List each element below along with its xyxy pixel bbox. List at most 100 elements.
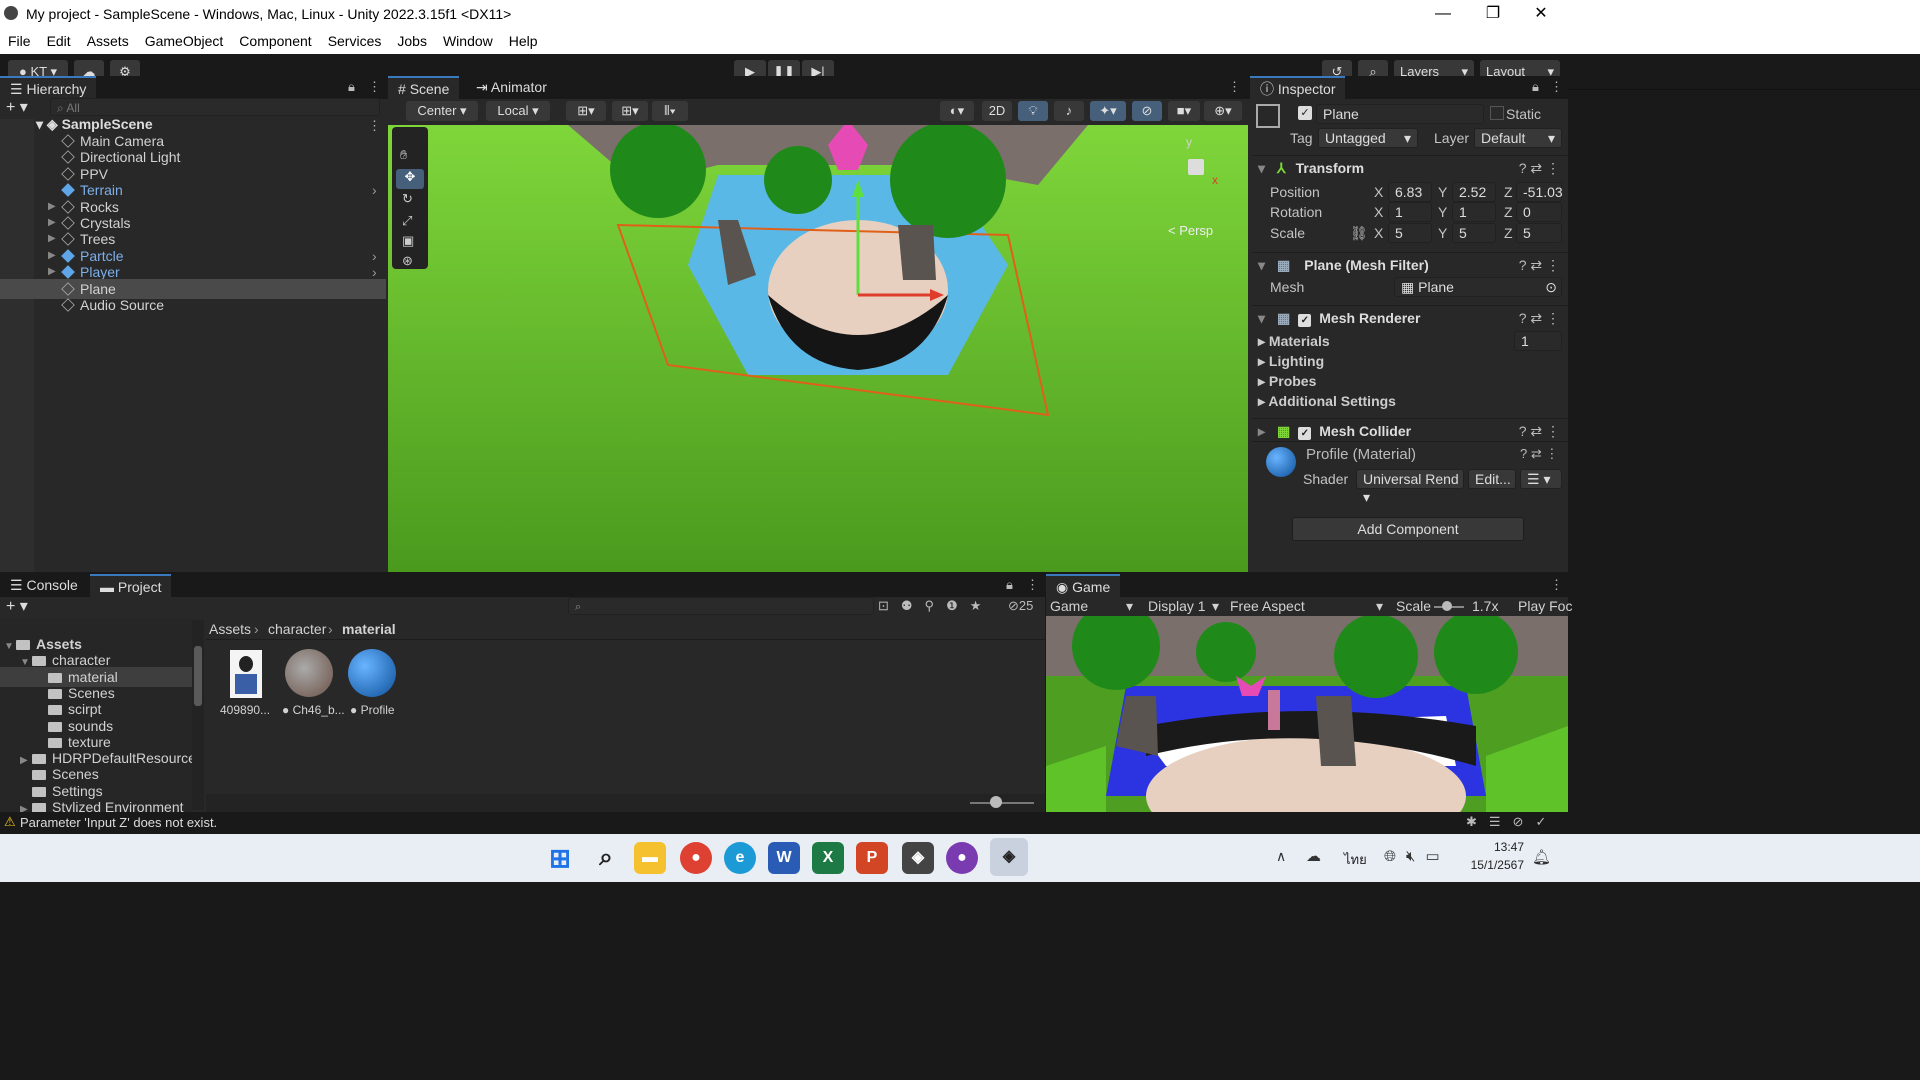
scale-tool-icon[interactable]: ⤢	[402, 213, 412, 229]
tag-dropdown[interactable]: Untagged ▾	[1318, 128, 1418, 148]
lock-icon[interactable]: 🔒︎	[1006, 577, 1013, 593]
position-z-input[interactable]: -51.03	[1516, 182, 1563, 202]
rotation-y-input[interactable]: 1	[1452, 202, 1496, 222]
asset-label-409890[interactable]: 409890...	[220, 700, 270, 720]
powerpoint-icon[interactable]: P	[856, 842, 888, 874]
play-focused-dropdown[interactable]: Play Foc	[1518, 596, 1572, 616]
breadcrumb-character[interactable]: character	[268, 619, 326, 639]
menu-file[interactable]: File	[0, 28, 39, 49]
project-filter-icons[interactable]: ⊡⚉⚲❶★	[878, 598, 993, 614]
camera-settings-button[interactable]: ■▾	[1168, 101, 1200, 121]
scale-z-input[interactable]: 5	[1516, 223, 1562, 243]
rotation-z-input[interactable]: 0	[1516, 202, 1562, 222]
add-button[interactable]: + ▾	[6, 97, 28, 117]
language-indicator[interactable]: ไทย	[1344, 849, 1367, 870]
minimize-button[interactable]: —	[1420, 0, 1466, 28]
additional-settings-foldout[interactable]: ▸ Additional Settings	[1258, 393, 1396, 410]
materials-count[interactable]: 1	[1514, 331, 1562, 351]
start-icon[interactable]: ⊞	[544, 842, 576, 874]
scale-slider-handle[interactable]	[1442, 601, 1452, 611]
scene-visibility-toggle[interactable]: ⊘	[1132, 101, 1162, 121]
draw-mode-button[interactable]: ◐▾	[940, 101, 974, 121]
project-search-input[interactable]: ⌕	[568, 597, 874, 615]
add-component-button[interactable]: Add Component	[1292, 517, 1524, 541]
game-viewport[interactable]	[1046, 616, 1568, 812]
github-desktop-icon[interactable]: ●	[946, 842, 978, 874]
menu-services[interactable]: Services	[320, 28, 390, 49]
materials-foldout[interactable]: ▸ Materials	[1258, 333, 1330, 350]
more-icon[interactable]: ⋮	[1026, 577, 1039, 593]
tab-hierarchy[interactable]: ☰ Hierarchy	[0, 76, 97, 99]
word-icon[interactable]: W	[768, 842, 800, 874]
tab-console[interactable]: ☰ Console	[0, 574, 88, 597]
persp-label[interactable]: < Persp	[1168, 223, 1213, 238]
mesh-filter-header[interactable]: ▾ ▦ Plane (Mesh Filter)? ⇄ ⋮	[1252, 252, 1568, 274]
create-button[interactable]: + ▾	[6, 596, 28, 616]
chrome-icon[interactable]: ●	[680, 842, 712, 874]
tab-inspector[interactable]: ⓘ Inspector	[1250, 76, 1346, 99]
shader-edit-button[interactable]: Edit...	[1468, 469, 1516, 489]
mesh-renderer-header[interactable]: ▾ ▦ ✓ Mesh Renderer? ⇄ ⋮	[1252, 305, 1568, 327]
restore-button[interactable]: ❐	[1470, 0, 1516, 28]
static-checkbox[interactable]	[1490, 106, 1504, 120]
2d-toggle[interactable]: 2D	[982, 101, 1012, 121]
audio-toggle[interactable]: ♪	[1054, 101, 1084, 121]
rotation-x-input[interactable]: 1	[1388, 202, 1432, 222]
display-dropdown[interactable]: Display 1 ▾	[1148, 596, 1219, 616]
menu-gameobject[interactable]: GameObject	[137, 28, 232, 49]
active-checkbox[interactable]: ✓	[1298, 106, 1312, 120]
asset-thumbnail-ch46[interactable]	[285, 649, 333, 697]
more-icon[interactable]: ⋮	[1550, 79, 1563, 95]
hand-tool-icon[interactable]: ✋︎	[400, 147, 407, 163]
unity-hub-icon[interactable]: ◈	[902, 842, 934, 874]
move-tool-icon[interactable]: ✥	[396, 169, 424, 189]
object-name-input[interactable]: Plane	[1316, 104, 1484, 124]
position-y-input[interactable]: 2.52	[1452, 182, 1496, 202]
status-icons[interactable]: ✱☰⊘✓	[1466, 814, 1558, 830]
notification-icon[interactable]: 🔔︎	[1532, 848, 1551, 866]
clock-time[interactable]: 13:47	[1490, 840, 1524, 854]
increment-snap-button[interactable]: ⫴▾	[652, 101, 688, 121]
effects-toggle[interactable]: ✦▾	[1090, 101, 1126, 121]
space-dropdown[interactable]: Local ▾	[486, 101, 550, 121]
aspect-dropdown[interactable]: Free Aspect ▾	[1230, 596, 1383, 616]
menu-edit[interactable]: Edit	[39, 28, 79, 49]
lock-icon[interactable]: 🔒︎	[348, 79, 355, 95]
onedrive-icon[interactable]: ☁	[1306, 847, 1321, 865]
more-icon[interactable]: ⋮	[368, 79, 381, 95]
close-button[interactable]: ✕	[1518, 0, 1564, 28]
shader-dropdown[interactable]: Universal Rend ▾	[1356, 469, 1464, 505]
transform-header[interactable]: ▾ ⅄ Transform? ⇄ ⋮	[1252, 155, 1568, 177]
tab-game[interactable]: ◉ Game	[1046, 574, 1121, 597]
menu-help[interactable]: Help	[501, 28, 546, 49]
file-explorer-icon[interactable]: ▬	[634, 842, 666, 874]
menu-window[interactable]: Window	[435, 28, 501, 49]
pivot-dropdown[interactable]: Center ▾	[406, 101, 478, 121]
lighting-toggle[interactable]: 💡︎	[1018, 101, 1048, 121]
system-tray-icons[interactable]: 🌐︎🔇︎▭	[1384, 847, 1450, 865]
lock-icon[interactable]: 🔒︎	[1532, 79, 1539, 95]
grid-toggle-button[interactable]: ⊞▾	[612, 101, 648, 121]
scene-viewport[interactable]: ✋︎ ✥ ↻ ⤢ ▣ ⊛ y x < Persp	[388, 125, 1248, 572]
scene-more-icon[interactable]: ⋮	[1228, 79, 1241, 95]
game-mode-dropdown[interactable]: Game ▾	[1050, 596, 1133, 616]
rect-tool-icon[interactable]: ▣	[402, 233, 414, 249]
scale-y-input[interactable]: 5	[1452, 223, 1496, 243]
orientation-gizmo[interactable]: y x < Persp	[1162, 133, 1232, 238]
tab-scene[interactable]: # Scene	[388, 76, 460, 99]
breadcrumb-assets[interactable]: Assets	[209, 619, 251, 639]
menu-assets[interactable]: Assets	[79, 28, 137, 49]
zoom-slider-handle[interactable]	[990, 796, 1002, 808]
asset-thumbnail-photo[interactable]	[230, 650, 262, 698]
tray-chevron-icon[interactable]: ∧	[1276, 848, 1286, 865]
more-icon[interactable]: ⋮	[1550, 577, 1563, 593]
tree-scrollbar[interactable]	[192, 620, 204, 810]
hidden-count[interactable]: ⊘25	[1008, 598, 1033, 614]
tab-animator[interactable]: ⇥ Animator	[466, 76, 557, 99]
material-actions[interactable]: ? ⇄ ⋮	[1520, 446, 1558, 462]
gizmos-button[interactable]: ⊕▾	[1204, 101, 1242, 121]
excel-icon[interactable]: X	[812, 842, 844, 874]
edge-icon[interactable]: e	[724, 842, 756, 874]
scale-x-input[interactable]: 5	[1388, 223, 1432, 243]
search-icon[interactable]: ⌕	[590, 842, 622, 874]
